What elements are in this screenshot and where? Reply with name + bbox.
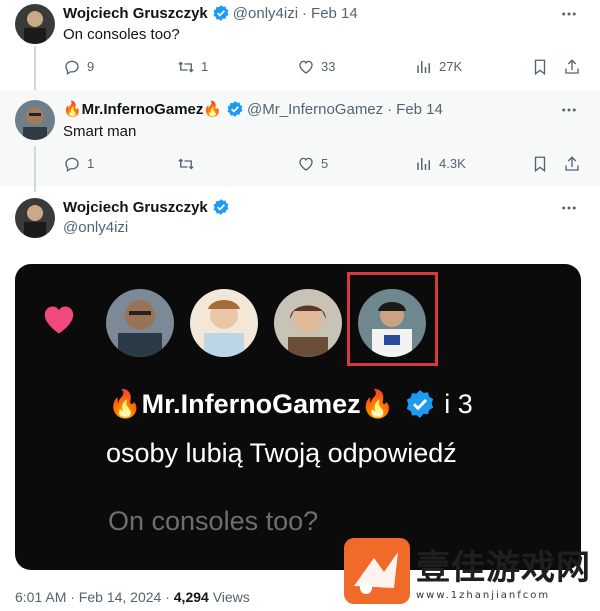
- liker-avatar-2: [190, 289, 258, 357]
- tweet-timestamp: 6:01 AM · Feb 14, 2024 · 4,294 Views: [15, 589, 250, 605]
- timestamp-text[interactable]: 6:01 AM · Feb 14, 2024 ·: [15, 589, 174, 605]
- heart-icon: [299, 157, 313, 171]
- handle[interactable]: @Mr_InfernoGamez: [247, 101, 383, 118]
- tweet-2[interactable]: 🔥Mr.InfernoGamez🔥 @Mr_InfernoGamez · Feb…: [0, 90, 600, 192]
- display-name[interactable]: 🔥Mr.InfernoGamez🔥: [63, 100, 222, 118]
- handle[interactable]: @only4izi: [233, 5, 298, 22]
- like-count: 33: [321, 59, 336, 74]
- reply-button[interactable]: 9: [63, 58, 94, 76]
- separator-dot: ·: [302, 4, 308, 22]
- bookmark-icon[interactable]: [531, 155, 549, 173]
- tweet-actions: 9 1 33 27K: [63, 58, 583, 78]
- site-watermark: 壹佳游戏网 www.1zhanjianfcom: [344, 538, 600, 611]
- tweet-text: On consoles too?: [63, 26, 180, 43]
- media-name-text: 🔥Mr.InfernoGamez🔥: [108, 389, 395, 419]
- heart-icon: [299, 60, 313, 74]
- verified-badge-icon: [407, 390, 434, 418]
- tweet-actions: 1 5 4.3K: [63, 155, 583, 175]
- view-count: 27K: [439, 59, 463, 74]
- more-options-icon[interactable]: [560, 101, 578, 119]
- tweet-header: Wojciech Gruszczyk @only4izi · Feb 14: [63, 4, 358, 22]
- reply-count: 1: [87, 156, 95, 171]
- like-count: 5: [321, 156, 329, 171]
- tweet-header: Wojciech Gruszczyk: [63, 198, 233, 216]
- avatar[interactable]: [15, 100, 55, 140]
- liker-avatar-1: [106, 289, 174, 357]
- analytics-icon: [417, 158, 430, 170]
- watermark-logo-icon: [344, 538, 410, 604]
- tweet-date[interactable]: Feb 14: [396, 101, 443, 118]
- display-name[interactable]: Wojciech Gruszczyk: [63, 5, 208, 22]
- reply-icon: [65, 60, 79, 76]
- share-icon[interactable]: [563, 58, 581, 76]
- heart-reaction-icon: [44, 306, 74, 334]
- media-notification-text: osoby lubią Twoją odpowiedź: [106, 438, 457, 468]
- watermark-subtitle: www.1zhanjianfcom: [416, 590, 551, 601]
- avatar[interactable]: [15, 4, 55, 44]
- like-button[interactable]: 33: [297, 58, 335, 76]
- reply-count: 9: [87, 59, 95, 74]
- analytics-icon: [417, 61, 430, 73]
- tweet-text: Smart man: [63, 123, 137, 140]
- view-count: 4.3K: [439, 156, 466, 171]
- bookmark-icon[interactable]: [531, 58, 549, 76]
- liker-avatar-3: [274, 289, 342, 357]
- reply-icon: [65, 157, 79, 173]
- tweet-header: 🔥Mr.InfernoGamez🔥 @Mr_InfernoGamez · Feb…: [63, 100, 443, 119]
- media-liker-name: 🔥Mr.InfernoGamez🔥 i 3: [108, 388, 473, 420]
- retweet-button[interactable]: 1: [177, 58, 208, 76]
- retweet-button[interactable]: [177, 155, 201, 173]
- retweet-count: 1: [201, 59, 209, 74]
- verified-badge-icon: [213, 5, 229, 21]
- separator-dot: ·: [387, 100, 393, 118]
- views-count: 4,294: [173, 589, 209, 605]
- like-button[interactable]: 5: [297, 155, 328, 173]
- avatar[interactable]: [15, 198, 55, 238]
- share-icon[interactable]: [563, 155, 581, 173]
- views-button[interactable]: 27K: [415, 58, 462, 76]
- retweet-icon: [178, 158, 194, 170]
- media-quoted-text: On consoles too?: [108, 506, 319, 536]
- tweet-date[interactable]: Feb 14: [311, 5, 358, 22]
- views-button[interactable]: 4.3K: [415, 155, 466, 173]
- display-name[interactable]: Wojciech Gruszczyk: [63, 199, 208, 216]
- reply-button[interactable]: 1: [63, 155, 94, 173]
- verified-badge-icon: [213, 199, 229, 215]
- handle[interactable]: @only4izi: [63, 219, 128, 236]
- more-options-icon[interactable]: [560, 199, 578, 217]
- views-label: Views: [212, 589, 250, 605]
- verified-badge-icon: [227, 101, 243, 117]
- tweet-1[interactable]: Wojciech Gruszczyk @only4izi · Feb 14 On…: [0, 0, 600, 98]
- media-suffix-text: i 3: [444, 388, 473, 419]
- highlight-box: [347, 272, 438, 366]
- more-options-icon[interactable]: [560, 5, 578, 23]
- retweet-icon: [178, 61, 194, 73]
- watermark-title: 壹佳游戏网: [416, 548, 591, 588]
